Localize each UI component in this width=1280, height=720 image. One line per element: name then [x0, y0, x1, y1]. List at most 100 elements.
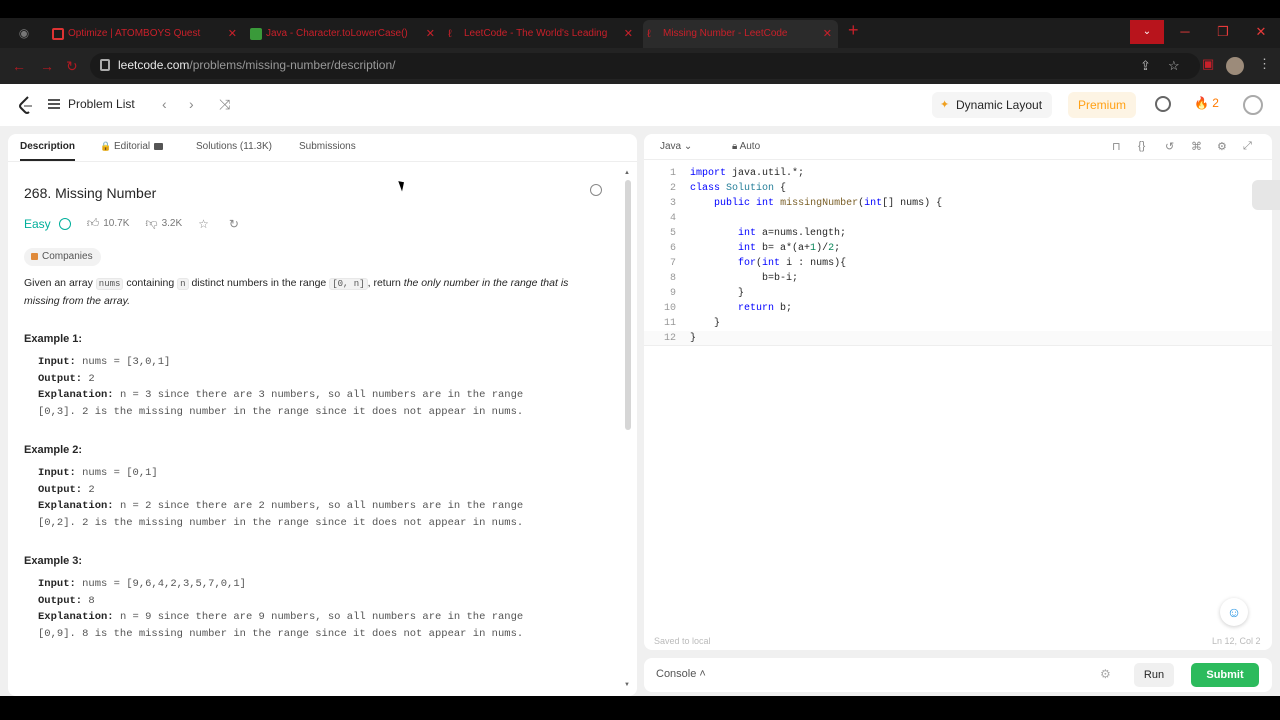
scroll-up-icon[interactable]: ▲	[624, 170, 630, 176]
close-tab-icon[interactable]: ✕	[228, 20, 237, 48]
example-block: Input: nums = [9,6,4,2,3,5,7,0,1] Output…	[38, 578, 524, 641]
companies-tag[interactable]: Companies	[24, 248, 101, 266]
auto-mode-toggle[interactable]: 🔒︎ Auto	[732, 141, 760, 152]
new-tab-button[interactable]: +	[848, 20, 859, 41]
shortcut-icon[interactable]: ⌘	[1191, 140, 1202, 153]
code-line: 8 b=b-i;	[669, 273, 799, 284]
console-toggle[interactable]: Console ˄	[656, 668, 706, 680]
code-line: 10 return b;	[663, 303, 793, 314]
braces-icon[interactable]: {}	[1138, 140, 1145, 152]
example-block: Input: nums = [0,1] Output: 2 Explanatio…	[38, 467, 524, 530]
dynamic-layout-button[interactable]: ✦ Dynamic Layout	[932, 92, 1053, 118]
chat-assistant-icon[interactable]: ☺	[1220, 598, 1248, 626]
thumbs-up-icon[interactable]: 👍︎	[87, 216, 100, 231]
more-options-icon[interactable]	[590, 184, 602, 196]
editor-toolbar: Java ⌄ 🔒︎ Auto ⊓ {} ↺ ⌘ ⚙ ⤢	[644, 134, 1272, 160]
bookmark-star-icon[interactable]: ☆	[1168, 58, 1180, 74]
problem-meta: Easy 👍︎ 10.7K 👎︎ 3.2K ☆ ↻	[24, 216, 243, 231]
code-line: 6 int b= a*(a+1)/2;	[669, 243, 841, 254]
reload-icon[interactable]: ↻	[66, 58, 78, 75]
forward-icon[interactable]: →	[40, 58, 54, 74]
timer-icon[interactable]	[1155, 96, 1171, 112]
problem-list-link[interactable]: Problem List	[48, 97, 135, 111]
code-line: 4	[669, 213, 676, 224]
example-heading: Example 1:	[24, 333, 83, 345]
language-select[interactable]: Java ⌄	[660, 141, 692, 152]
premium-button[interactable]: Premium	[1068, 92, 1137, 118]
url-domain: leetcode.com	[118, 58, 190, 72]
fire-icon: 🔥	[1194, 96, 1209, 110]
scrollbar-thumb[interactable]	[625, 180, 631, 430]
browser-profile-avatar[interactable]	[1226, 57, 1244, 75]
chevron-up-icon: ˄	[699, 668, 706, 680]
back-icon[interactable]: ←	[12, 58, 26, 74]
extension-icon[interactable]: ▣	[1202, 56, 1214, 72]
tab-title: LeetCode - The World's Leading	[464, 28, 608, 39]
tab-favicon-icon	[52, 28, 64, 40]
address-bar-row: ← → ↻ leetcode.com/problems/missing-numb…	[0, 48, 1280, 84]
browser-menu-icon[interactable]: ⋮	[1258, 56, 1271, 72]
chevron-down-icon: ⌄	[683, 141, 693, 152]
debug-icon[interactable]: ⚙	[1100, 667, 1111, 681]
side-note-widget[interactable]	[1252, 180, 1280, 210]
submit-button[interactable]: Submit	[1191, 663, 1259, 687]
url-input[interactable]: leetcode.com/problems/missing-number/des…	[90, 53, 1200, 79]
browser-tab-bar: ◉ Optimize | ATOMBOYS Quest ✕ Java - Cha…	[0, 18, 1280, 48]
minimize-button[interactable]: ─	[1166, 20, 1204, 44]
video-icon	[154, 142, 164, 150]
close-tab-icon[interactable]: ✕	[426, 20, 435, 48]
expand-icon[interactable]: ⤢	[1243, 140, 1252, 153]
leetcode-logo-icon[interactable]	[18, 96, 34, 114]
tab-search-icon[interactable]: ⌄	[1130, 20, 1164, 44]
tab-description[interactable]: Description	[20, 141, 76, 161]
screen-bottom-border	[0, 696, 1280, 720]
language-label: Java	[660, 141, 682, 152]
run-button[interactable]: Run	[1134, 663, 1174, 687]
close-tab-icon[interactable]: ✕	[823, 20, 832, 48]
tab-editorial[interactable]: 🔒 Editorial	[100, 141, 164, 152]
reset-icon[interactable]: ↺	[1165, 140, 1174, 153]
scroll-down-icon[interactable]: ▼	[624, 682, 630, 688]
problem-description: Given an array nums containing n distinc…	[24, 277, 569, 307]
tab-submissions[interactable]: Submissions	[299, 141, 356, 152]
browser-tab[interactable]: ℓ LeetCode - The World's Leading ✕	[444, 20, 639, 48]
streak-count: 2	[1212, 96, 1219, 110]
tab-title: Java - Character.toLowerCase()	[266, 28, 408, 39]
lock-icon: 🔒︎	[732, 141, 738, 152]
tab-solutions[interactable]: Solutions (11.3K)	[196, 141, 272, 152]
shuffle-icon[interactable]: ⤨	[219, 96, 230, 113]
prev-problem-icon[interactable]: ‹	[162, 96, 167, 112]
browser-tab[interactable]: Java - Character.toLowerCase() ✕	[246, 20, 441, 48]
leetcode-app: Problem List ‹ › ⤨ ✦ Dynamic Layout Prem…	[0, 84, 1280, 696]
browser-tab[interactable]: Optimize | ATOMBOYS Quest ✕	[48, 20, 243, 48]
streak-counter[interactable]: 🔥 2	[1194, 96, 1219, 110]
dynamic-layout-label: Dynamic Layout	[956, 98, 1043, 112]
solved-check-icon	[58, 217, 71, 230]
tab-title: Missing Number - LeetCode	[663, 28, 788, 39]
thumbs-down-icon[interactable]: 👎︎	[145, 216, 157, 231]
browser-menu-icon[interactable]: ◉	[16, 25, 32, 41]
favorite-star-icon[interactable]: ☆	[198, 217, 209, 231]
problem-tabs: Description 🔒 Editorial Solutions (11.3K…	[8, 134, 637, 162]
code-line: 5 int a=nums.length;	[669, 228, 847, 239]
close-window-button[interactable]: ✕	[1242, 20, 1280, 44]
share-icon[interactable]: ⇪	[1140, 58, 1151, 74]
list-icon	[48, 99, 60, 109]
cursor-position: Ln 12, Col 2	[1212, 636, 1261, 646]
settings-gear-icon[interactable]: ⚙	[1217, 140, 1227, 153]
share-icon[interactable]: ↻	[229, 217, 239, 231]
auto-mode-label: Auto	[739, 141, 761, 152]
maximize-button[interactable]: ❐	[1204, 20, 1242, 44]
likes-count: 10.7K	[103, 218, 130, 229]
saved-status: Saved to local	[654, 636, 711, 646]
problem-list-label: Problem List	[68, 97, 135, 111]
code-area[interactable]: 1 import java.util.*; 2 class Solution { 3…	[644, 166, 1272, 346]
user-avatar[interactable]	[1243, 95, 1263, 115]
problem-panel: Description 🔒 Editorial Solutions (11.3K…	[8, 134, 637, 696]
bookmark-icon[interactable]: ⊓	[1112, 140, 1121, 153]
top-navbar: Problem List ‹ › ⤨ ✦ Dynamic Layout Prem…	[0, 84, 1280, 126]
next-problem-icon[interactable]: ›	[189, 96, 194, 112]
description-scrollbar[interactable]: ▲ ▼	[624, 170, 632, 690]
close-tab-icon[interactable]: ✕	[624, 20, 633, 48]
browser-tab-active[interactable]: ℓ Missing Number - LeetCode ✕	[643, 20, 838, 48]
